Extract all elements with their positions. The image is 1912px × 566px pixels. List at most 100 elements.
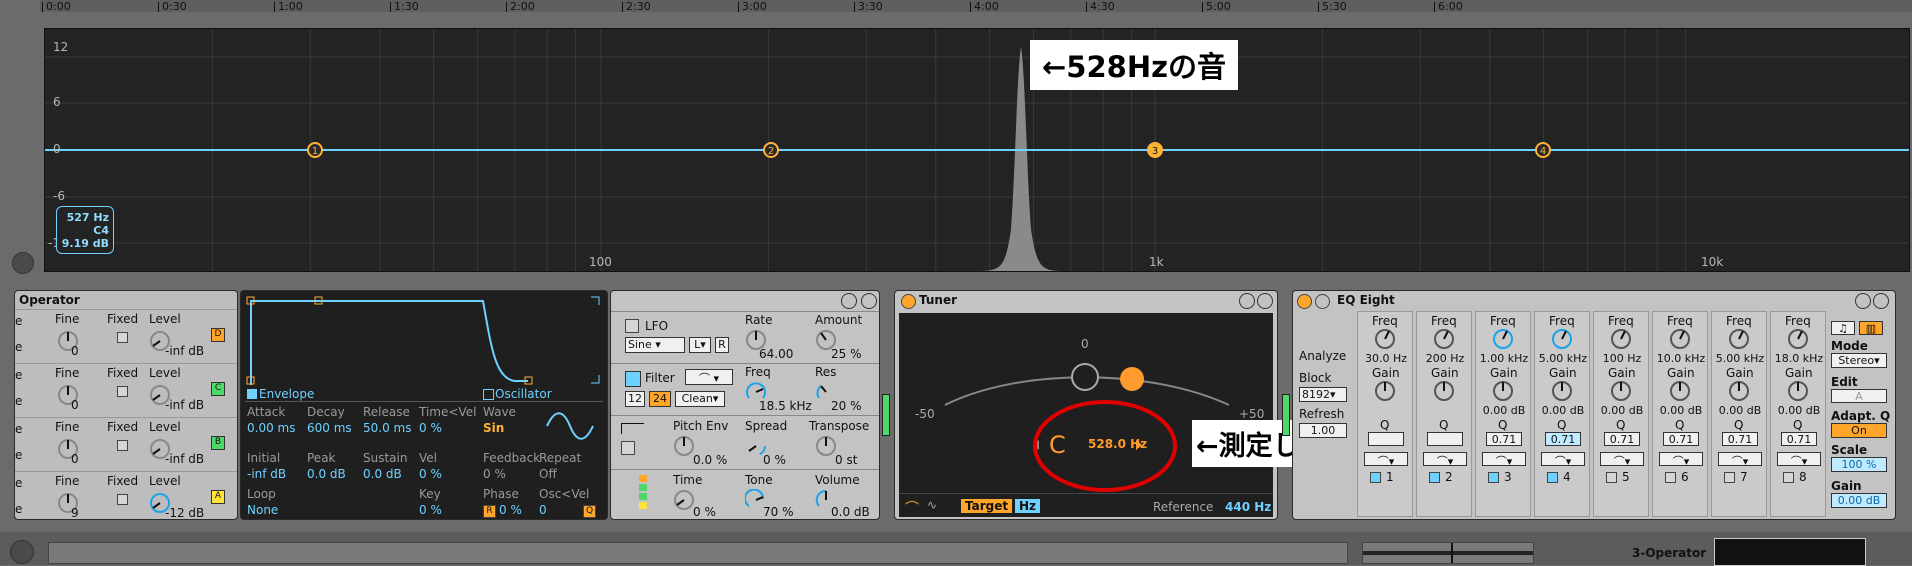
hotswap-icon[interactable] [841, 293, 857, 309]
eq-edit-button[interactable]: A [1831, 389, 1887, 403]
env-repeat-value[interactable]: Off [539, 467, 557, 481]
device-thumbnail-strip[interactable] [1714, 538, 1866, 566]
env-sustain-value[interactable]: 0.0 dB [363, 467, 402, 481]
band-freq-knob[interactable] [1492, 328, 1514, 350]
spectrum-display[interactable]: 1234 12 6 0 -6 -12 100 1k 10k [44, 28, 1910, 272]
filter-type-select[interactable]: ⌒ ▾ [685, 369, 733, 385]
tuner-power-button[interactable] [901, 294, 916, 309]
band-gain-knob[interactable] [1492, 380, 1514, 402]
tuner-wave-icon[interactable]: ∿ [927, 498, 937, 512]
band-q-value[interactable]: 0.71 [1722, 432, 1758, 446]
envelope-graph[interactable] [245, 295, 603, 387]
band-filter-type-select[interactable]: ⌒▾ [1541, 452, 1585, 468]
band-filter-type-select[interactable]: ⌒▾ [1718, 452, 1762, 468]
save-preset-icon[interactable] [861, 293, 877, 309]
transpose-knob[interactable] [815, 435, 837, 457]
band-gain-knob[interactable] [1787, 380, 1809, 402]
env-phase-value[interactable]: 0 % [499, 503, 522, 517]
band-enable-toggle[interactable] [1488, 472, 1499, 483]
band-q-value[interactable]: 0.71 [1486, 432, 1522, 446]
lfo-l-select[interactable]: L▾ [689, 337, 711, 353]
eq-spectrum-icon[interactable]: ▥ [1859, 321, 1883, 335]
env-wave-value[interactable]: Sin [483, 421, 504, 435]
osc-select-button[interactable]: A [211, 490, 225, 504]
fixed-checkbox[interactable] [117, 386, 128, 397]
filter-toggle[interactable] [625, 371, 641, 387]
phase-retrigger-button[interactable]: R [483, 505, 496, 518]
lfo-shape-select[interactable]: Sine ▾ [625, 337, 685, 353]
band-freq-knob[interactable] [1728, 328, 1750, 350]
clip-scrubber[interactable] [48, 542, 1348, 564]
env-peak-value[interactable]: 0.0 dB [307, 467, 346, 481]
osc-select-button[interactable]: C [211, 382, 225, 396]
tuner-save-icon[interactable] [1257, 293, 1273, 309]
band-q-value[interactable] [1368, 432, 1404, 446]
env-initial-value[interactable]: -inf dB [247, 467, 286, 481]
eq-refresh-value[interactable]: 1.00 [1299, 423, 1347, 438]
envelope-tab[interactable]: Envelope [259, 387, 314, 401]
tuner-reference-value[interactable]: 440 Hz [1225, 500, 1271, 514]
band-enable-toggle[interactable] [1665, 472, 1676, 483]
eq-scale-value[interactable]: 100 % [1831, 457, 1887, 472]
band-enable-toggle[interactable] [1429, 472, 1440, 483]
band-q-value[interactable] [1427, 432, 1463, 446]
band-enable-toggle[interactable] [1606, 472, 1617, 483]
tuner-curve-icon[interactable]: ⌒ [905, 498, 919, 518]
device-fold-icon[interactable] [12, 252, 34, 274]
algorithm-icon[interactable] [639, 475, 647, 517]
device-overview[interactable] [1362, 542, 1534, 564]
env-feedback-value[interactable]: 0 % [483, 467, 506, 481]
eq-gain-value[interactable]: 0.00 dB [1831, 493, 1887, 508]
eq-hotswap-icon[interactable] [1855, 293, 1871, 309]
fixed-checkbox[interactable] [117, 440, 128, 451]
eq-block-select[interactable]: 8192▾ [1299, 387, 1347, 402]
env-attack-value[interactable]: 0.00 ms [247, 421, 295, 435]
eq-save-icon[interactable] [1873, 293, 1889, 309]
lfo-retrigger[interactable]: R [715, 337, 729, 353]
band-q-value[interactable]: 0.71 [1663, 432, 1699, 446]
tuner-target-button[interactable]: Target [961, 499, 1013, 513]
time-knob[interactable] [673, 489, 695, 511]
band-enable-toggle[interactable] [1724, 472, 1735, 483]
env-release-value[interactable]: 50.0 ms [363, 421, 411, 435]
env-timevel-value[interactable]: 0 % [419, 421, 442, 435]
eq-headphone-icon[interactable]: ♫ [1831, 321, 1855, 335]
band-freq-knob[interactable] [1787, 328, 1809, 350]
band-filter-type-select[interactable]: ⌒▾ [1482, 452, 1526, 468]
tuner-hz-button[interactable]: Hz [1015, 499, 1041, 513]
env-decay-value[interactable]: 600 ms [307, 421, 352, 435]
band-gain-knob[interactable] [1728, 380, 1750, 402]
band-filter-type-select[interactable]: ⌒▾ [1777, 452, 1821, 468]
band-gain-knob[interactable] [1374, 380, 1396, 402]
osc-select-button[interactable]: B [211, 436, 225, 450]
eq-adapt-button[interactable]: On [1831, 423, 1887, 438]
oscillator-tab[interactable]: Oscillator [495, 387, 552, 401]
band-freq-knob[interactable] [1433, 328, 1455, 350]
play-clip-icon[interactable] [10, 540, 34, 564]
timeline-ruler[interactable]: 0:00 0:30 1:00 1:30 2:00 2:30 3:00 3:30 4:00 4:30… [40, 0, 1912, 13]
eq-mode-select[interactable]: Stereo▾ [1831, 353, 1887, 368]
band-freq-knob[interactable] [1551, 328, 1573, 350]
band-filter-type-select[interactable]: ⌒▾ [1600, 452, 1644, 468]
band-freq-knob[interactable] [1669, 328, 1691, 350]
env-oscvel-value[interactable]: 0 [539, 503, 547, 517]
filter-circuit-select[interactable]: Clean▾ [675, 391, 725, 407]
fixed-checkbox[interactable] [117, 494, 128, 505]
slope-12-button[interactable]: 12 [625, 391, 645, 407]
band-gain-knob[interactable] [1610, 380, 1632, 402]
band-filter-type-select[interactable]: ⌒▾ [1364, 452, 1408, 468]
band-freq-knob[interactable] [1374, 328, 1396, 350]
oscillator-toggle[interactable] [483, 389, 494, 400]
osc-select-button[interactable]: D [211, 328, 225, 342]
pitch-env-toggle[interactable] [621, 441, 635, 455]
env-vel-value[interactable]: 0 % [419, 467, 442, 481]
osc-vel-q-button[interactable]: Q [583, 505, 596, 518]
band-q-value[interactable]: 0.71 [1545, 432, 1581, 446]
envelope-toggle[interactable] [247, 389, 257, 399]
env-loop-value[interactable]: None [247, 503, 278, 517]
pitch-env-knob[interactable] [673, 435, 695, 457]
band-enable-toggle[interactable] [1783, 472, 1794, 483]
band-q-value[interactable]: 0.71 [1604, 432, 1640, 446]
lfo-toggle[interactable] [625, 319, 639, 333]
band-gain-knob[interactable] [1669, 380, 1691, 402]
